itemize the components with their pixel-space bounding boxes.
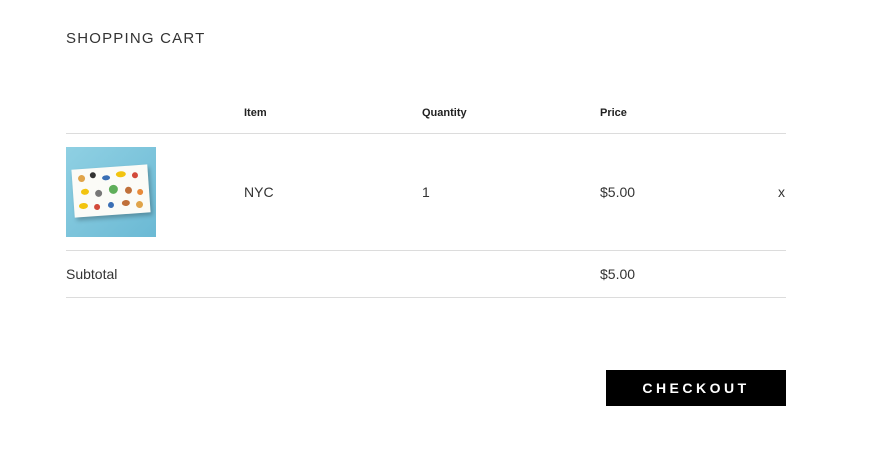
row-divider bbox=[66, 250, 786, 251]
subtotal-label: Subtotal bbox=[66, 266, 118, 282]
remove-item-button[interactable]: x bbox=[778, 184, 785, 200]
subtotal-divider bbox=[66, 297, 786, 298]
item-quantity[interactable]: 1 bbox=[422, 184, 430, 200]
product-card-image bbox=[71, 164, 151, 218]
shopping-cart-page: SHOPPING CART Item Quantity Price NYC 1 … bbox=[0, 0, 886, 472]
column-header-quantity: Quantity bbox=[422, 107, 467, 119]
subtotal-value: $5.00 bbox=[600, 266, 636, 282]
item-name: NYC bbox=[244, 184, 274, 200]
column-header-item: Item bbox=[244, 107, 267, 119]
page-title: SHOPPING CART bbox=[66, 30, 206, 47]
product-thumbnail[interactable] bbox=[66, 147, 156, 237]
item-price: $5.00 bbox=[600, 184, 636, 200]
header-divider bbox=[66, 133, 786, 134]
column-header-price: Price bbox=[600, 107, 627, 119]
checkout-button[interactable]: CHECKOUT bbox=[606, 370, 786, 406]
